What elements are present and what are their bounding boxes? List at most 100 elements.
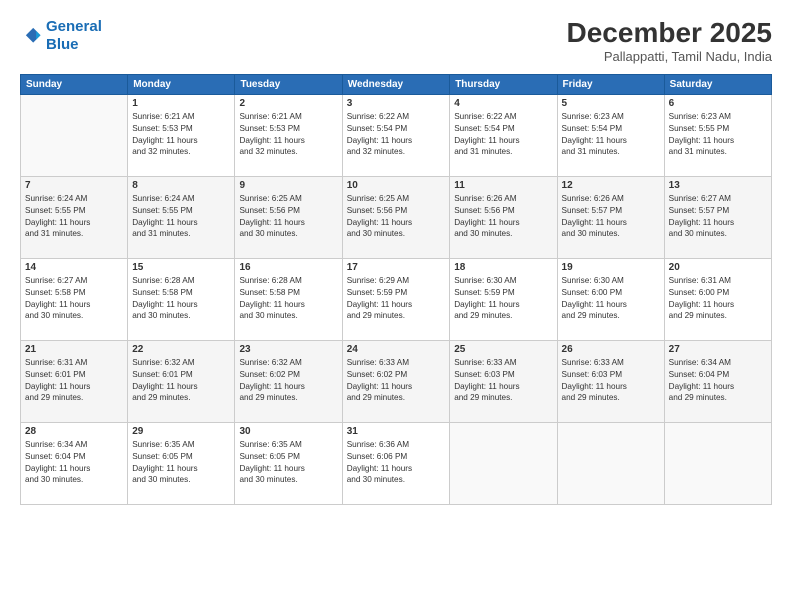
day-info: Sunrise: 6:21 AMSunset: 5:53 PMDaylight:… xyxy=(132,111,230,159)
col-saturday: Saturday xyxy=(664,74,771,94)
logo: General Blue xyxy=(20,18,102,54)
col-friday: Friday xyxy=(557,74,664,94)
table-row: 25 Sunrise: 6:33 AMSunset: 6:03 PMDayligh… xyxy=(450,340,557,422)
calendar-week-row: 14Sunrise: 6:27 AMSunset: 5:58 PMDayligh… xyxy=(21,258,772,340)
table-row xyxy=(664,422,771,504)
table-row: 24Sunrise: 6:33 AMSunset: 6:02 PMDayligh… xyxy=(342,340,449,422)
table-row: 29Sunrise: 6:35 AMSunset: 6:05 PMDayligh… xyxy=(128,422,235,504)
day-info: Sunrise: 6:25 AMSunset: 5:56 PMDaylight:… xyxy=(239,193,337,241)
calendar-week-row: 7Sunrise: 6:24 AMSunset: 5:55 PMDaylight… xyxy=(21,176,772,258)
day-info: Sunrise: 6:31 AMSunset: 6:01 PMDaylight:… xyxy=(25,357,123,405)
day-number: 30 xyxy=(239,426,337,437)
table-row: 23 Sunrise: 6:32 AMSunset: 6:02 PMDayligh… xyxy=(235,340,342,422)
day-info: Sunrise: 6:28 AMSunset: 5:58 PMDaylight:… xyxy=(239,275,337,323)
day-number: 29 xyxy=(132,426,230,437)
table-row: 8 Sunrise: 6:24 AMSunset: 5:55 PMDaylight… xyxy=(128,176,235,258)
day-number: 11 xyxy=(454,180,552,191)
table-row: 13Sunrise: 6:27 AMSunset: 5:57 PMDayligh… xyxy=(664,176,771,258)
day-info: Sunrise: 6:25 AMSunset: 5:56 PMDaylight:… xyxy=(347,193,445,241)
title-block: December 2025 Pallappatti, Tamil Nadu, I… xyxy=(567,18,772,64)
day-number: 23 xyxy=(239,344,337,355)
table-row: 27 Sunrise: 6:34 AMSunset: 6:04 PMDayligh… xyxy=(664,340,771,422)
table-row: 30 Sunrise: 6:35 AMSunset: 6:05 PMDayligh… xyxy=(235,422,342,504)
day-info: Sunrise: 6:26 AMSunset: 5:57 PMDaylight:… xyxy=(562,193,660,241)
day-number: 26 xyxy=(562,344,660,355)
day-info: Sunrise: 6:24 AMSunset: 5:55 PMDaylight:… xyxy=(25,193,123,241)
day-info: Sunrise: 6:33 AMSunset: 6:03 PMDaylight:… xyxy=(562,357,660,405)
table-row: 15 Sunrise: 6:28 AMSunset: 5:58 PMDayligh… xyxy=(128,258,235,340)
table-row xyxy=(450,422,557,504)
logo-line1: General xyxy=(46,18,102,35)
table-row: 26 Sunrise: 6:33 AMSunset: 6:03 PMDayligh… xyxy=(557,340,664,422)
table-row: 22 Sunrise: 6:32 AMSunset: 6:01 PMDayligh… xyxy=(128,340,235,422)
table-row: 16 Sunrise: 6:28 AMSunset: 5:58 PMDayligh… xyxy=(235,258,342,340)
day-info: Sunrise: 6:35 AMSunset: 6:05 PMDaylight:… xyxy=(239,439,337,487)
day-number: 2 xyxy=(239,98,337,109)
table-row: 31 Sunrise: 6:36 AMSunset: 6:06 PMDayligh… xyxy=(342,422,449,504)
day-info: Sunrise: 6:23 AMSunset: 5:55 PMDaylight:… xyxy=(669,111,767,159)
day-info: Sunrise: 6:22 AMSunset: 5:54 PMDaylight:… xyxy=(347,111,445,159)
day-info: Sunrise: 6:29 AMSunset: 5:59 PMDaylight:… xyxy=(347,275,445,323)
day-info: Sunrise: 6:23 AMSunset: 5:54 PMDaylight:… xyxy=(562,111,660,159)
table-row: 19 Sunrise: 6:30 AMSunset: 6:00 PMDayligh… xyxy=(557,258,664,340)
day-number: 20 xyxy=(669,262,767,273)
day-info: Sunrise: 6:28 AMSunset: 5:58 PMDaylight:… xyxy=(132,275,230,323)
table-row: 5Sunrise: 6:23 AMSunset: 5:54 PMDaylight… xyxy=(557,94,664,176)
col-thursday: Thursday xyxy=(450,74,557,94)
day-number: 1 xyxy=(132,98,230,109)
day-number: 27 xyxy=(669,344,767,355)
day-number: 3 xyxy=(347,98,445,109)
table-row: 7Sunrise: 6:24 AMSunset: 5:55 PMDaylight… xyxy=(21,176,128,258)
subtitle: Pallappatti, Tamil Nadu, India xyxy=(567,49,772,64)
table-row: 18Sunrise: 6:30 AMSunset: 5:59 PMDayligh… xyxy=(450,258,557,340)
table-row: 9 Sunrise: 6:25 AMSunset: 5:56 PMDaylight… xyxy=(235,176,342,258)
table-row: 12 Sunrise: 6:26 AMSunset: 5:57 PMDayligh… xyxy=(557,176,664,258)
table-row xyxy=(21,94,128,176)
logo-text: General Blue xyxy=(46,18,102,54)
day-number: 19 xyxy=(562,262,660,273)
col-monday: Monday xyxy=(128,74,235,94)
day-number: 21 xyxy=(25,344,123,355)
day-info: Sunrise: 6:30 AMSunset: 6:00 PMDaylight:… xyxy=(562,275,660,323)
table-row: 6 Sunrise: 6:23 AMSunset: 5:55 PMDaylight… xyxy=(664,94,771,176)
day-info: Sunrise: 6:27 AMSunset: 5:58 PMDaylight:… xyxy=(25,275,123,323)
day-number: 24 xyxy=(347,344,445,355)
table-row: 3 Sunrise: 6:22 AMSunset: 5:54 PMDaylight… xyxy=(342,94,449,176)
day-info: Sunrise: 6:26 AMSunset: 5:56 PMDaylight:… xyxy=(454,193,552,241)
day-info: Sunrise: 6:33 AMSunset: 6:03 PMDaylight:… xyxy=(454,357,552,405)
day-info: Sunrise: 6:34 AMSunset: 6:04 PMDaylight:… xyxy=(25,439,123,487)
day-number: 9 xyxy=(239,180,337,191)
day-number: 18 xyxy=(454,262,552,273)
day-number: 15 xyxy=(132,262,230,273)
day-info: Sunrise: 6:36 AMSunset: 6:06 PMDaylight:… xyxy=(347,439,445,487)
day-number: 16 xyxy=(239,262,337,273)
day-number: 17 xyxy=(347,262,445,273)
day-info: Sunrise: 6:34 AMSunset: 6:04 PMDaylight:… xyxy=(669,357,767,405)
day-number: 8 xyxy=(132,180,230,191)
day-number: 25 xyxy=(454,344,552,355)
day-info: Sunrise: 6:32 AMSunset: 6:02 PMDaylight:… xyxy=(239,357,337,405)
month-title: December 2025 xyxy=(567,18,772,49)
day-number: 4 xyxy=(454,98,552,109)
table-row: 14Sunrise: 6:27 AMSunset: 5:58 PMDayligh… xyxy=(21,258,128,340)
day-number: 31 xyxy=(347,426,445,437)
day-info: Sunrise: 6:24 AMSunset: 5:55 PMDaylight:… xyxy=(132,193,230,241)
day-info: Sunrise: 6:31 AMSunset: 6:00 PMDaylight:… xyxy=(669,275,767,323)
day-number: 10 xyxy=(347,180,445,191)
day-info: Sunrise: 6:22 AMSunset: 5:54 PMDaylight:… xyxy=(454,111,552,159)
table-row: 11 Sunrise: 6:26 AMSunset: 5:56 PMDayligh… xyxy=(450,176,557,258)
table-row: 10 Sunrise: 6:25 AMSunset: 5:56 PMDayligh… xyxy=(342,176,449,258)
calendar-week-row: 28 Sunrise: 6:34 AMSunset: 6:04 PMDayligh… xyxy=(21,422,772,504)
page: General Blue December 2025 Pallappatti, … xyxy=(0,0,792,612)
table-row: 4 Sunrise: 6:22 AMSunset: 5:54 PMDaylight… xyxy=(450,94,557,176)
calendar: Sunday Monday Tuesday Wednesday Thursday… xyxy=(20,74,772,505)
table-row: 17 Sunrise: 6:29 AMSunset: 5:59 PMDayligh… xyxy=(342,258,449,340)
table-row: 21 Sunrise: 6:31 AMSunset: 6:01 PMDayligh… xyxy=(21,340,128,422)
day-number: 22 xyxy=(132,344,230,355)
day-number: 12 xyxy=(562,180,660,191)
table-row: 1 Sunrise: 6:21 AMSunset: 5:53 PMDaylight… xyxy=(128,94,235,176)
day-info: Sunrise: 6:32 AMSunset: 6:01 PMDaylight:… xyxy=(132,357,230,405)
day-number: 28 xyxy=(25,426,123,437)
day-number: 13 xyxy=(669,180,767,191)
day-number: 6 xyxy=(669,98,767,109)
